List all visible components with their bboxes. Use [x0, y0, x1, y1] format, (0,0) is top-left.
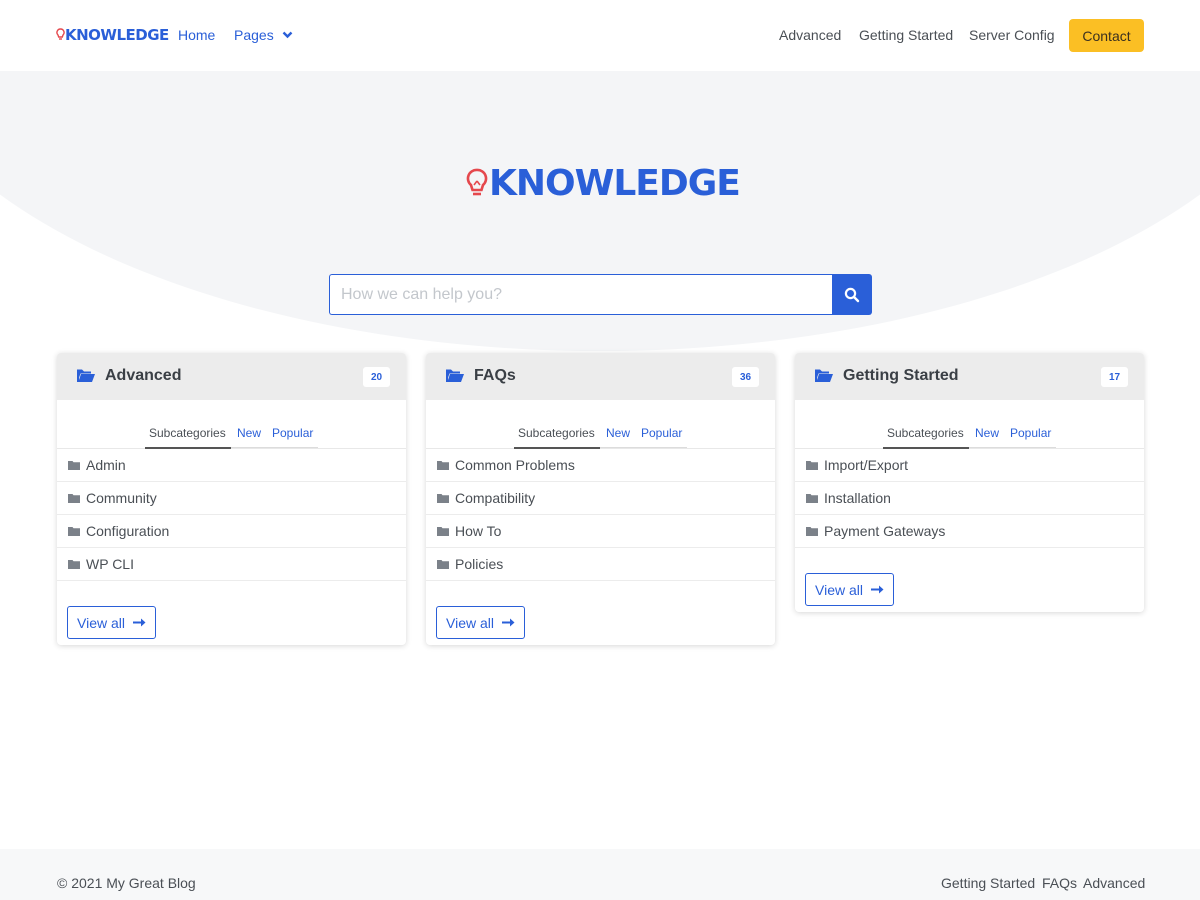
list-item[interactable]: Configuration	[57, 515, 406, 548]
list-item-label: Common Problems	[455, 457, 575, 473]
card-header: Advanced 20	[57, 353, 406, 400]
nav-pages-dropdown[interactable]: Pages	[234, 27, 293, 43]
list-item[interactable]: How To	[426, 515, 775, 548]
folder-icon	[437, 527, 449, 536]
footer-copyright: © 2021 My Great Blog	[57, 875, 196, 891]
tab-underline-rest	[231, 447, 318, 448]
nav-pages-label: Pages	[234, 27, 274, 43]
tab-new[interactable]: New	[237, 426, 261, 440]
list-item[interactable]: Import/Export	[795, 449, 1144, 482]
card-title[interactable]: Advanced	[105, 367, 181, 385]
view-all-button[interactable]: View all	[67, 606, 156, 639]
folder-icon	[68, 527, 80, 536]
search-input[interactable]	[329, 274, 832, 315]
folder-icon	[806, 527, 818, 536]
folder-icon	[68, 494, 80, 503]
footer: © 2021 My Great Blog Getting Started FAQ…	[0, 849, 1200, 900]
card-title[interactable]: Getting Started	[843, 367, 959, 385]
card-tabs: Subcategories New Popular	[57, 400, 406, 449]
list-item-label: Policies	[455, 556, 504, 572]
folder-icon	[437, 494, 449, 503]
list-item[interactable]: WP CLI	[57, 548, 406, 581]
footer-link-advanced[interactable]: Advanced	[1083, 875, 1145, 891]
folder-open-icon	[815, 369, 833, 382]
tab-underline-rest	[969, 447, 1056, 448]
nav-getting-started-link[interactable]: Getting Started	[859, 27, 953, 43]
tab-subcategories[interactable]: Subcategories	[149, 426, 226, 440]
tab-subcategories[interactable]: Subcategories	[518, 426, 595, 440]
top-navbar: KNOWLEDGE Home Pages Advanced Getting St…	[0, 0, 1200, 71]
footer-link-getting-started[interactable]: Getting Started	[941, 875, 1035, 891]
brand-name: KNOWLEDGE	[65, 26, 169, 44]
card-title[interactable]: FAQs	[474, 367, 516, 385]
tab-new[interactable]: New	[606, 426, 630, 440]
search-bar	[329, 274, 872, 315]
folder-icon	[437, 560, 449, 569]
list-item-label: How To	[455, 523, 502, 539]
list-item[interactable]: Admin	[57, 449, 406, 482]
arrow-right-icon	[133, 618, 146, 627]
lightbulb-icon	[466, 168, 488, 195]
search-button[interactable]	[832, 274, 872, 315]
list-item[interactable]: Installation	[795, 482, 1144, 515]
view-all-label: View all	[446, 614, 494, 631]
count-badge: 36	[732, 367, 759, 387]
tab-underline-rest	[600, 447, 687, 448]
list-item[interactable]: Policies	[426, 548, 775, 581]
list-item-label: Community	[86, 490, 157, 506]
list-item[interactable]: Payment Gateways	[795, 515, 1144, 548]
list-item-label: Compatibility	[455, 490, 536, 506]
search-icon	[844, 287, 860, 302]
hero-brand-name: KNOWLEDGE	[489, 163, 741, 204]
list-item-label: Import/Export	[824, 457, 909, 473]
count-badge: 17	[1101, 367, 1128, 387]
list-item-label: Admin	[86, 457, 126, 473]
folder-icon	[68, 461, 80, 470]
list-item[interactable]: Compatibility	[426, 482, 775, 515]
view-all-button[interactable]: View all	[436, 606, 525, 639]
view-all-button[interactable]: View all	[805, 573, 894, 606]
folder-icon	[806, 461, 818, 470]
tab-new[interactable]: New	[975, 426, 999, 440]
folder-icon	[68, 560, 80, 569]
card-tabs: Subcategories New Popular	[795, 400, 1144, 449]
category-card-advanced: Advanced 20 Subcategories New Popular Ad…	[57, 353, 406, 645]
nav-advanced-link[interactable]: Advanced	[779, 27, 841, 43]
tab-popular[interactable]: Popular	[641, 426, 682, 440]
list-item[interactable]: Community	[57, 482, 406, 515]
list-item-label: Configuration	[86, 523, 170, 539]
folder-icon	[806, 494, 818, 503]
category-card-faqs: FAQs 36 Subcategories New Popular Common…	[426, 353, 775, 645]
card-header: Getting Started 17	[795, 353, 1144, 400]
list-item[interactable]: Common Problems	[426, 449, 775, 482]
arrow-right-icon	[502, 618, 515, 627]
arrow-right-icon	[871, 585, 884, 594]
view-all-label: View all	[815, 581, 863, 598]
folder-icon	[437, 461, 449, 470]
hero-logo: KNOWLEDGE	[466, 163, 741, 204]
lightbulb-icon	[56, 28, 65, 40]
tab-popular[interactable]: Popular	[1010, 426, 1051, 440]
brand-logo[interactable]: KNOWLEDGE	[56, 26, 169, 44]
folder-open-icon	[446, 369, 464, 382]
footer-link-faqs[interactable]: FAQs	[1042, 875, 1077, 891]
view-all-label: View all	[77, 614, 125, 631]
tab-popular[interactable]: Popular	[272, 426, 313, 440]
tab-subcategories[interactable]: Subcategories	[887, 426, 964, 440]
list-item-label: Installation	[824, 490, 891, 506]
contact-button[interactable]: Contact	[1069, 19, 1144, 52]
list-item-label: Payment Gateways	[824, 523, 946, 539]
list-item-label: WP CLI	[86, 556, 134, 572]
card-header: FAQs 36	[426, 353, 775, 400]
nav-home-link[interactable]: Home	[178, 27, 215, 43]
card-tabs: Subcategories New Popular	[426, 400, 775, 449]
nav-server-config-link[interactable]: Server Config	[969, 27, 1055, 43]
folder-open-icon	[77, 369, 95, 382]
chevron-down-icon	[282, 31, 293, 39]
count-badge: 20	[363, 367, 390, 387]
category-card-getting-started: Getting Started 17 Subcategories New Pop…	[795, 353, 1144, 612]
